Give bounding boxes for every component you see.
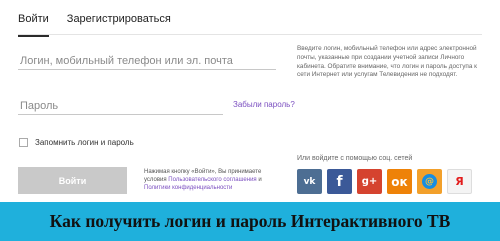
- login-input[interactable]: [18, 52, 276, 70]
- privacy-policy-link[interactable]: Политики конфиденциальности: [144, 185, 232, 191]
- terms-middle: и: [256, 177, 262, 183]
- mail-ru-glyph: @: [422, 174, 437, 189]
- yandex-icon[interactable]: Я: [447, 169, 472, 194]
- user-agreement-link[interactable]: Пользовательского соглашения: [168, 177, 256, 183]
- terms-text: Нажимая кнопку «Войти», Вы принимаете ус…: [144, 168, 284, 192]
- password-input[interactable]: [18, 97, 223, 115]
- odnoklassniki-icon[interactable]: ок: [387, 169, 412, 194]
- forgot-password-link[interactable]: Забыли пароль?: [233, 100, 295, 109]
- facebook-icon[interactable]: f: [327, 169, 352, 194]
- checkbox-box[interactable]: [19, 138, 28, 147]
- bottom-banner: Как получить логин и пароль Интерактивно…: [0, 202, 500, 241]
- login-hint: Введите логин, мобильный телефон или адр…: [297, 45, 477, 79]
- vk-icon[interactable]: vk: [297, 169, 322, 194]
- tabs-divider: [18, 34, 482, 35]
- mail-ru-icon[interactable]: @: [417, 169, 442, 194]
- login-button[interactable]: Войти: [18, 167, 127, 194]
- social-login-title: Или войдите с помощью соц. сетей: [297, 155, 413, 162]
- remember-me-checkbox[interactable]: Запомнить логин и пароль: [19, 138, 134, 147]
- remember-me-label: Запомнить логин и пароль: [35, 138, 134, 147]
- banner-title: Как получить логин и пароль Интерактивно…: [49, 211, 451, 231]
- social-login-buttons: vk f g+ ок @ Я: [297, 169, 472, 194]
- google-plus-icon[interactable]: g+: [357, 169, 382, 194]
